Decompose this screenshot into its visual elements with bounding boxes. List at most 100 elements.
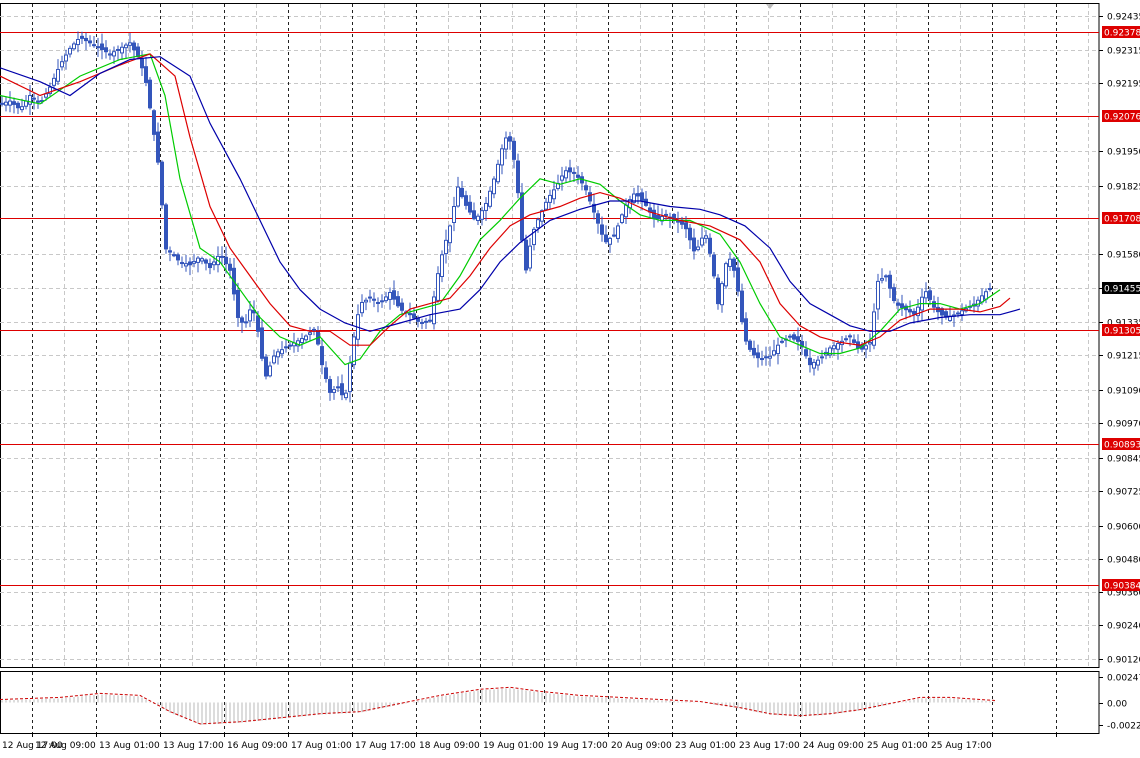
- candle-body: [468, 201, 472, 213]
- candle-body: [124, 44, 128, 49]
- candle-body: [544, 201, 548, 210]
- candle-body: [268, 365, 272, 377]
- candle-body: [740, 290, 744, 323]
- candle-body: [256, 315, 260, 332]
- candle-body: [512, 140, 516, 160]
- candle-body: [372, 298, 376, 301]
- candle-body: [136, 46, 140, 58]
- candle-body: [308, 332, 312, 335]
- candle-body: [332, 389, 336, 393]
- candle-body: [196, 257, 200, 263]
- candle-body: [588, 192, 592, 202]
- candle-body: [760, 358, 764, 361]
- candle-body: [108, 53, 112, 56]
- time-tick-label: 19 Aug 01:00: [483, 741, 544, 751]
- candle-body: [716, 277, 720, 305]
- candle-body: [732, 258, 736, 271]
- candle-body: [908, 309, 912, 313]
- candle-body: [28, 95, 32, 105]
- candle-body: [152, 110, 156, 135]
- candle-body: [596, 213, 600, 224]
- candle-body: [772, 350, 776, 356]
- candle-body: [804, 349, 808, 357]
- candle-body: [496, 163, 500, 183]
- candle-body: [84, 37, 88, 42]
- candle-body: [128, 42, 132, 46]
- candle-body: [436, 273, 440, 301]
- candle-body: [156, 131, 160, 163]
- candle-body: [148, 79, 152, 109]
- candle-body: [388, 292, 392, 300]
- candle-body: [808, 357, 812, 366]
- candle-body: [32, 97, 36, 100]
- candle-body: [776, 344, 780, 355]
- candle-body: [72, 43, 76, 50]
- candle-body: [116, 48, 120, 51]
- candle-body: [832, 345, 836, 350]
- candle-body: [524, 239, 528, 271]
- osc-tick-label: 0.002473: [1107, 674, 1140, 684]
- candle-body: [552, 189, 556, 200]
- candle-body: [204, 259, 208, 264]
- candle-body: [16, 102, 20, 109]
- candle-body: [536, 219, 540, 229]
- candle-body: [844, 338, 848, 341]
- candle-body: [300, 338, 304, 344]
- candle-body: [720, 283, 724, 306]
- candle-body: [500, 148, 504, 166]
- osc-tick-label: -0.00224: [1107, 722, 1140, 732]
- candle-body: [12, 101, 16, 105]
- chart-shift-marker-icon[interactable]: [766, 4, 774, 9]
- price-tick-label: 0.90845: [1107, 455, 1140, 465]
- candle-body: [780, 340, 784, 343]
- chart-window[interactable]: 0.92435 0.92315 0.92195 0.91950 0.91825 0.915…: [0, 0, 1140, 754]
- candle-body: [640, 192, 644, 201]
- candle-body: [704, 235, 708, 239]
- time-tick-label: 19 Aug 17:00: [547, 741, 608, 751]
- candle-body: [172, 254, 176, 257]
- candle-body: [880, 278, 884, 281]
- candle-body: [20, 106, 24, 111]
- candle-body: [752, 347, 756, 356]
- candle-body: [864, 345, 868, 350]
- price-tick-label: 0.92315: [1107, 47, 1140, 57]
- candle-body: [956, 312, 960, 315]
- candle-body: [200, 258, 204, 262]
- candle-body: [932, 301, 936, 308]
- candle-body: [684, 222, 688, 230]
- candle-body: [888, 274, 892, 289]
- candle-body: [36, 100, 40, 103]
- candle-body: [700, 237, 704, 246]
- candle-body: [160, 161, 164, 206]
- price-tick-label: 0.91580: [1107, 251, 1140, 261]
- candle-body: [820, 356, 824, 359]
- candle-body: [260, 327, 264, 359]
- candle-body: [812, 361, 816, 369]
- candle-body: [988, 288, 992, 291]
- candle-body: [612, 234, 616, 237]
- candle-body: [236, 289, 240, 318]
- candle-body: [724, 263, 728, 287]
- candle-body: [348, 362, 352, 393]
- candle-body: [164, 204, 168, 250]
- candle-body: [440, 254, 444, 277]
- candle-body: [564, 170, 568, 179]
- moving-average-line-3: [0, 56, 1021, 332]
- candle-body: [736, 267, 740, 292]
- candle-body: [384, 296, 388, 302]
- candle-body: [408, 313, 412, 316]
- candle-body: [184, 263, 188, 267]
- candle-body: [64, 54, 68, 62]
- candle-body: [520, 192, 524, 241]
- candle-body: [0, 102, 4, 105]
- candle-body: [796, 336, 800, 342]
- candle-body: [288, 344, 292, 347]
- price-chart[interactable]: 0.92435 0.92315 0.92195 0.91950 0.91825 0.915…: [0, 0, 1140, 754]
- candle-body: [56, 68, 60, 82]
- candle-body: [68, 47, 72, 55]
- candle-body: [280, 349, 284, 355]
- candle-body: [52, 77, 56, 86]
- candle-body: [492, 178, 496, 195]
- candle-body: [600, 224, 604, 235]
- candle-body: [364, 299, 368, 303]
